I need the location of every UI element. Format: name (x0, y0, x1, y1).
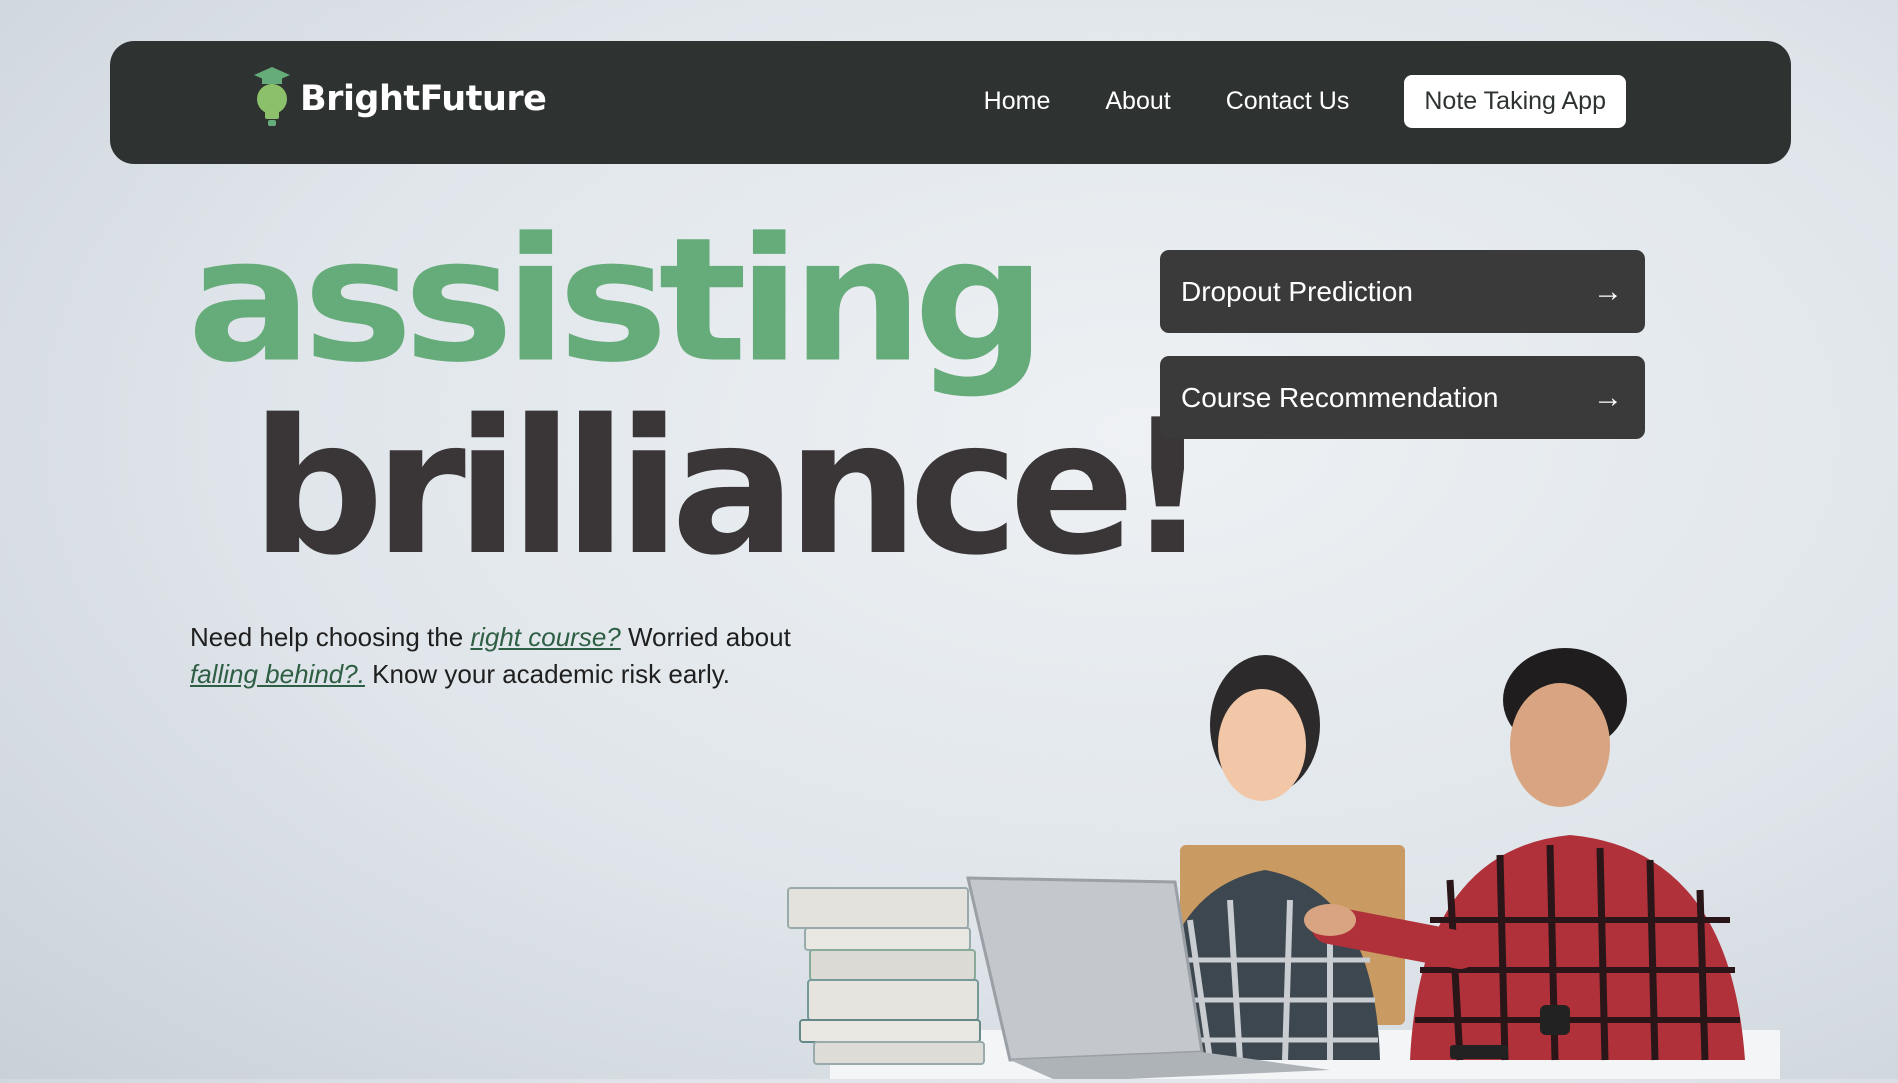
nav-links: Home About Contact Us Note Taking App (984, 75, 1626, 128)
hero-photo-students (770, 620, 1780, 1082)
navbar: BrightFuture Home About Contact Us Note … (110, 41, 1791, 164)
tagline-text: Know your academic risk early. (364, 659, 731, 689)
tagline-text: Need help choosing the (190, 622, 471, 652)
course-recommendation-label: Course Recommendation (1181, 381, 1499, 413)
right-course-link[interactable]: right course? (470, 622, 620, 652)
note-taking-app-button[interactable]: Note Taking App (1404, 75, 1626, 128)
books-illustration (787, 887, 985, 1065)
dropout-prediction-label: Dropout Prediction (1181, 275, 1413, 307)
arrow-right-icon: → (1593, 274, 1623, 308)
nav-link-about[interactable]: About (1105, 87, 1170, 116)
tagline-text: Worried about (620, 622, 791, 652)
falling-behind-link[interactable]: falling behind?. (190, 659, 365, 689)
hero-heading: assisting brilliance! (187, 200, 1210, 596)
brand-logo[interactable]: BrightFuture (252, 65, 547, 133)
brand-name: BrightFuture (300, 79, 547, 119)
hero-line-brilliance: brilliance! (251, 379, 1210, 596)
nav-link-home[interactable]: Home (984, 87, 1051, 116)
dropout-prediction-button[interactable]: Dropout Prediction → (1160, 250, 1645, 333)
nav-link-contact[interactable]: Contact Us (1226, 87, 1350, 116)
hero-line-assisting: assisting (187, 200, 1047, 400)
arrow-right-icon: → (1593, 380, 1623, 414)
lightbulb-graduation-cap-icon (252, 65, 292, 133)
course-recommendation-button[interactable]: Course Recommendation → (1160, 356, 1645, 439)
